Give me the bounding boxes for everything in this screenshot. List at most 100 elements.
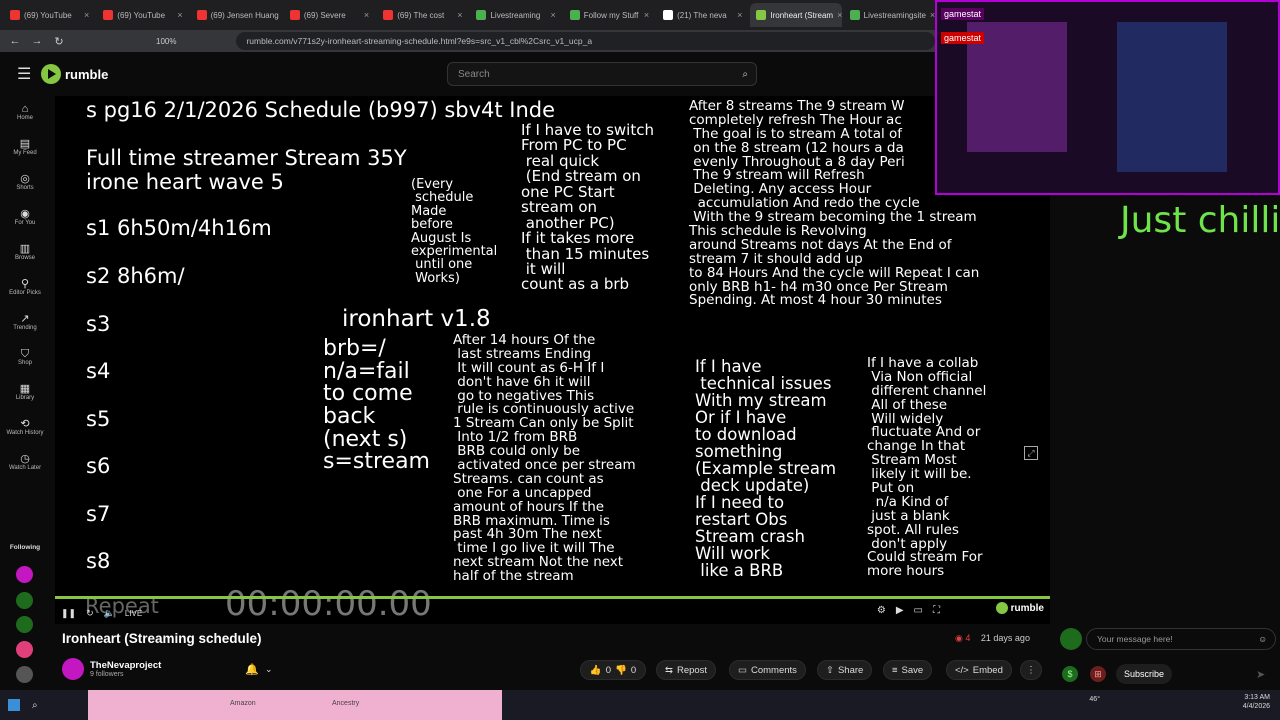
skip-icon[interactable]: ↻ — [86, 608, 94, 619]
sidebar-item-home[interactable]: ⌂ Home — [0, 96, 50, 131]
close-tab-icon[interactable]: × — [84, 10, 89, 20]
rumble-mini-icon — [995, 602, 1008, 614]
tab-bar: (69) YouTube × (69) YouTube × (69) Jensen Hu… — [0, 0, 935, 30]
channel-name[interactable]: TheNevaproject — [90, 660, 161, 671]
volume-icon[interactable]: 🔈 — [104, 608, 115, 619]
sidebar-item-watch-later[interactable]: ◷ Watch Later — [0, 446, 50, 481]
sidebar-item-trending[interactable]: ↗ Trending — [0, 306, 50, 341]
browser-tab[interactable]: Ironheart (Stream × — [750, 3, 842, 27]
tab-label: (69) YouTube — [24, 10, 72, 20]
video-player[interactable]: s pg16 2/1/2026 Schedule (b997) sbv4t In… — [55, 96, 1050, 624]
avatar[interactable] — [62, 658, 84, 680]
chat-placeholder: Your message here! — [1097, 634, 1173, 644]
embed-button[interactable]: </> Embed — [946, 660, 1012, 680]
followed-channel-avatar[interactable] — [16, 592, 33, 609]
repost-button[interactable]: ⇆ Repost — [656, 660, 717, 680]
slot-item: s6 — [86, 454, 111, 478]
sidebar-item-library[interactable]: ▦ Library — [0, 376, 50, 411]
browser-tab[interactable]: (69) Severe × — [284, 3, 375, 27]
channel-info[interactable]: TheNevaproject 9 followers 🔔 ⌄ — [62, 658, 273, 680]
browser-tab[interactable]: (69) YouTube × — [4, 3, 95, 27]
browser-tab[interactable]: Follow my Stuff × — [564, 3, 655, 27]
viewer-count: 4 — [965, 633, 971, 643]
settings-icon[interactable]: ⚙ — [877, 605, 886, 616]
expand-icon[interactable]: ⤢ — [1024, 446, 1038, 460]
close-tab-icon[interactable]: × — [837, 10, 842, 20]
windows-start-icon[interactable] — [8, 699, 20, 711]
slot-item: s4 — [86, 359, 111, 383]
sidebar-item-editor-picks[interactable]: ⚲ Editor Picks — [0, 271, 50, 306]
sidebar-item-watch-history[interactable]: ⟲ Watch History — [0, 411, 50, 446]
shorts-icon: ◎ — [20, 172, 30, 185]
streamer-name-tag: gamestat — [941, 8, 985, 20]
sidebar-item-shorts[interactable]: ◎ Shorts — [0, 166, 50, 201]
tab-favicon-icon — [10, 10, 20, 20]
zoom-level[interactable]: 100% — [156, 37, 176, 46]
browser-tab[interactable]: (69) YouTube × — [97, 3, 188, 27]
share-button[interactable]: ⇧ Share — [817, 660, 873, 680]
followed-channel-avatar[interactable] — [16, 641, 33, 658]
fullscreen-icon[interactable]: ⛶ — [933, 605, 940, 616]
browser-tab[interactable]: (69) Jensen Huang× — [191, 3, 282, 27]
browser-tab[interactable]: Livestreaming × — [470, 3, 561, 27]
sidebar-item-shop[interactable]: ⛉ Shop — [0, 341, 50, 376]
play-icon[interactable]: ▶ — [896, 605, 904, 616]
emoji-icon[interactable]: ☺ — [1258, 634, 1267, 644]
save-button[interactable]: ≡ Save — [883, 660, 933, 680]
thumbs-down-icon[interactable]: 👎 — [615, 665, 627, 676]
comments-button[interactable]: ▭ Comments — [729, 660, 806, 680]
pause-icon[interactable]: ❚❚ — [61, 608, 76, 619]
subscribe-button[interactable]: Subscribe — [1116, 664, 1172, 684]
chat-input[interactable]: Your message here! ☺ — [1086, 628, 1276, 650]
sidebar-item-for-you[interactable]: ◉ For You — [0, 201, 50, 236]
followed-channel-avatar[interactable] — [16, 616, 33, 633]
menu-icon[interactable]: ☰ — [17, 64, 33, 84]
taskbar-label[interactable]: Amazon — [230, 700, 256, 707]
forward-icon[interactable]: → — [30, 35, 44, 47]
system-tray[interactable]: 46° 3:13 AM 4/4/2026 — [1089, 693, 1270, 711]
search-icon[interactable]: ⌕ — [32, 700, 38, 711]
browser-tab[interactable]: (69) The cost × — [377, 3, 468, 27]
taskbar-label[interactable]: Ancestry — [332, 700, 359, 707]
share-icon: ⇧ — [826, 664, 834, 676]
thumbs-up-icon[interactable]: 👍 — [590, 665, 602, 676]
slot-item: s7 — [86, 502, 111, 526]
sidebar-item-browse[interactable]: ▥ Browse — [0, 236, 50, 271]
tab-favicon-icon — [196, 10, 207, 20]
search-icon[interactable]: ⌕ — [742, 69, 748, 80]
close-tab-icon[interactable]: × — [177, 10, 182, 20]
progress-bar[interactable] — [55, 596, 1050, 599]
tab-favicon-icon — [849, 10, 860, 20]
browser-tab[interactable]: (21) The neva × — [657, 3, 748, 27]
rumble-logo[interactable]: rumble — [41, 64, 108, 84]
sidebar-item-label: Watch Later — [8, 464, 42, 471]
close-tab-icon[interactable]: × — [457, 10, 462, 20]
share-label: Share — [837, 664, 864, 676]
chevron-down-icon[interactable]: ⌄ — [265, 664, 273, 675]
close-tab-icon[interactable]: × — [551, 10, 556, 20]
tab-label: (69) The cost — [397, 10, 445, 20]
followed-channel-avatar[interactable] — [16, 666, 33, 683]
close-tab-icon[interactable]: × — [644, 10, 649, 20]
close-tab-icon[interactable]: × — [737, 10, 742, 20]
notification-bell-icon[interactable]: 🔔 — [245, 663, 259, 676]
rant-icon[interactable]: $ — [1062, 666, 1078, 682]
for-you-icon: ◉ — [20, 207, 30, 220]
browser-tab[interactable]: Livestreamingsite × — [844, 3, 935, 27]
reload-icon[interactable]: ↻ — [52, 35, 66, 48]
embed-icon: </> — [955, 664, 969, 676]
gift-icon[interactable]: ⊞ — [1090, 666, 1106, 682]
sidebar-item-my-feed[interactable]: ▤ My Feed — [0, 131, 50, 166]
save-icon: ≡ — [892, 664, 898, 676]
back-icon[interactable]: ← — [8, 35, 22, 47]
more-options-button[interactable]: ⋮ — [1020, 660, 1042, 680]
search-input[interactable]: Search ⌕ — [447, 62, 757, 86]
close-tab-icon[interactable]: × — [364, 10, 369, 20]
tab-favicon-icon — [476, 10, 487, 20]
url-field[interactable]: rumble.com/v771s2y-ironheart-streaming-s… — [236, 32, 935, 50]
like-dislike-buttons: 👍 0 👎 0 — [580, 660, 646, 680]
schedule-header: s pg16 2/1/2026 Schedule (b997) sbv4t In… — [86, 98, 556, 122]
send-icon[interactable]: ➤ — [1256, 668, 1265, 681]
theater-mode-icon[interactable]: ▭ — [914, 605, 923, 616]
followed-channel-avatar[interactable] — [16, 566, 33, 583]
